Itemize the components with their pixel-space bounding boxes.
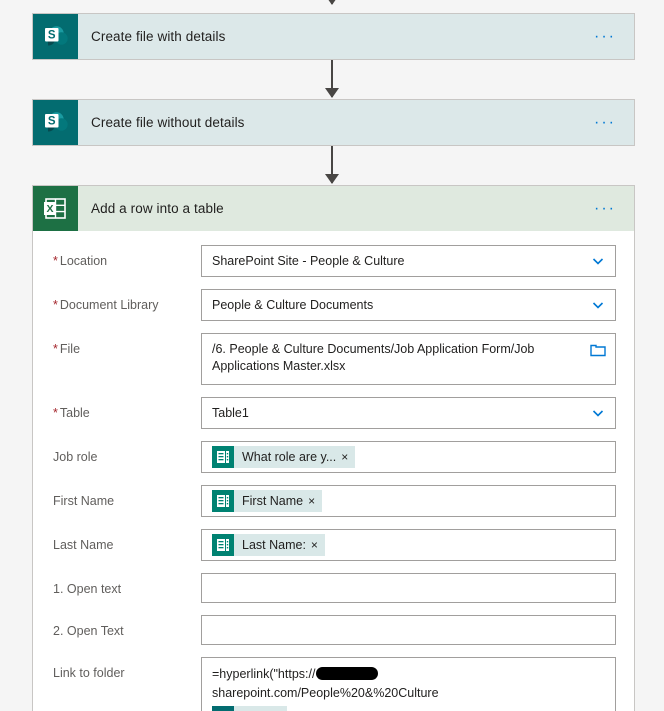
field-label-open-text-1: 1. Open text [53, 582, 122, 596]
dynamic-token-first-name[interactable]: First Name × [212, 490, 323, 512]
document-library-value: People & Culture Documents [212, 297, 374, 312]
job-role-input[interactable]: What role are y... × [201, 441, 616, 473]
svg-text:S: S [48, 30, 56, 42]
token-label: First Name [242, 494, 304, 508]
field-row-table: * Table Table1 [33, 391, 634, 435]
chevron-down-icon[interactable] [591, 254, 605, 268]
field-row-job-role: Job role What role are y... × [33, 435, 634, 479]
card-menu-button[interactable]: ··· [594, 28, 634, 44]
required-marker: * [53, 254, 58, 268]
chevron-down-icon[interactable] [591, 406, 605, 420]
field-label-last-name: Last Name [53, 538, 114, 552]
forms-icon [212, 534, 234, 556]
connector-arrow-2 [325, 144, 339, 184]
svg-text:S: S [48, 116, 56, 128]
field-label-table: * Table [53, 406, 90, 420]
open-text-1-input[interactable] [201, 573, 616, 603]
forms-icon [212, 490, 234, 512]
required-marker: * [53, 342, 58, 356]
svg-text:X: X [46, 203, 53, 215]
card-menu-button[interactable]: ··· [594, 114, 634, 130]
sharepoint-icon: S [212, 706, 234, 711]
field-row-open-text-2: 2. Open Text [33, 609, 634, 651]
dynamic-token-path[interactable]: S Path × [212, 706, 287, 711]
field-row-link-to-folder: Link to folder =hyperlink("https:// share… [33, 651, 634, 711]
link-to-folder-input[interactable]: =hyperlink("https:// sharepoint.com/Peopl… [201, 657, 616, 711]
dynamic-token-job-role[interactable]: What role are y... × [212, 446, 356, 468]
excel-icon: X [33, 186, 78, 231]
connector-arrow-1 [325, 58, 339, 98]
connector-arrow-top [325, 0, 339, 5]
action-card-add-a-row-into-a-table[interactable]: X Add a row into a table ··· * Location S… [32, 185, 635, 711]
action-card-create-file-with-details[interactable]: S Create file with details ··· [32, 13, 635, 60]
token-remove-button[interactable]: × [308, 495, 322, 507]
field-row-document-library: * Document Library People & Culture Docum… [33, 283, 634, 327]
last-name-input[interactable]: Last Name: × [201, 529, 616, 561]
field-label-file: * File [53, 342, 81, 356]
required-marker: * [53, 298, 58, 312]
field-label-link-to-folder: Link to folder [53, 666, 125, 680]
field-label-job-role: Job role [53, 450, 98, 464]
token-remove-button[interactable]: × [341, 451, 355, 463]
sharepoint-icon: S [33, 14, 78, 59]
dynamic-token-last-name[interactable]: Last Name: × [212, 534, 325, 556]
flow-designer-canvas: S Create file with details ··· S Create … [0, 0, 664, 711]
forms-icon [212, 446, 234, 468]
first-name-input[interactable]: First Name × [201, 485, 616, 517]
token-label: What role are y... [242, 450, 337, 464]
field-label-document-library: * Document Library [53, 298, 159, 312]
required-marker: * [53, 406, 58, 420]
formula-prefix: =hyperlink("https:// [212, 667, 316, 681]
card-header[interactable]: S Create file with details ··· [33, 14, 634, 59]
token-label: Last Name: [242, 538, 306, 552]
field-label-open-text-2: 2. Open Text [53, 624, 124, 638]
file-value: /6. People & Culture Documents/Job Appli… [212, 342, 535, 373]
field-row-last-name: Last Name Last Name: × [33, 523, 634, 567]
redacted-tenant-name [316, 667, 379, 680]
field-label-location: * Location [53, 254, 108, 268]
action-card-create-file-without-details[interactable]: S Create file without details ··· [32, 99, 635, 146]
file-picker-input[interactable]: /6. People & Culture Documents/Job Appli… [201, 333, 616, 385]
card-header[interactable]: X Add a row into a table ··· [33, 186, 634, 231]
field-row-first-name: First Name First Name × [33, 479, 634, 523]
card-title: Create file with details [91, 29, 226, 44]
field-label-first-name: First Name [53, 494, 115, 508]
card-header[interactable]: S Create file without details ··· [33, 100, 634, 145]
table-value: Table1 [212, 405, 249, 420]
open-text-2-input[interactable] [201, 615, 616, 645]
field-row-location: * Location SharePoint Site - People & Cul… [33, 239, 634, 283]
token-remove-button[interactable]: × [311, 539, 325, 551]
chevron-down-icon[interactable] [591, 298, 605, 312]
folder-icon[interactable] [590, 343, 606, 357]
location-value: SharePoint Site - People & Culture [212, 253, 405, 268]
document-library-dropdown[interactable]: People & Culture Documents [201, 289, 616, 321]
field-row-open-text-1: 1. Open text [33, 567, 634, 609]
table-dropdown[interactable]: Table1 [201, 397, 616, 429]
card-body: * Location SharePoint Site - People & Cul… [33, 231, 634, 711]
card-menu-button[interactable]: ··· [594, 200, 634, 216]
formula-middle: sharepoint.com/People%20&%20Culture [212, 686, 439, 700]
location-dropdown[interactable]: SharePoint Site - People & Culture [201, 245, 616, 277]
card-title: Add a row into a table [91, 201, 224, 216]
sharepoint-icon: S [33, 100, 78, 145]
field-row-file: * File /6. People & Culture Documents/Job… [33, 327, 634, 391]
card-title: Create file without details [91, 115, 245, 130]
